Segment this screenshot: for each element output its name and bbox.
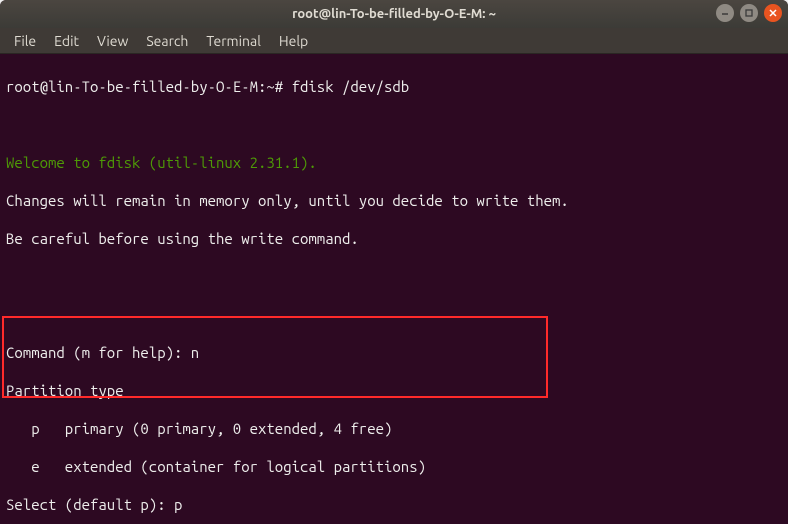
select-line: Select (default p): p bbox=[6, 495, 782, 514]
menu-view[interactable]: View bbox=[89, 31, 136, 51]
extended-line: e extended (container for logical partit… bbox=[6, 457, 782, 476]
terminal-window: root@lin-To-be-filled-by-O-E-M: ~ File E… bbox=[0, 0, 788, 524]
welcome-line: Welcome to fdisk (util-linux 2.31.1). bbox=[6, 153, 782, 172]
minimize-button[interactable] bbox=[716, 4, 734, 22]
maximize-button[interactable] bbox=[740, 4, 758, 22]
titlebar: root@lin-To-be-filled-by-O-E-M: ~ bbox=[0, 0, 788, 28]
window-controls bbox=[716, 4, 782, 22]
primary-line: p primary (0 primary, 0 extended, 4 free… bbox=[6, 419, 782, 438]
menu-search[interactable]: Search bbox=[138, 31, 196, 51]
minimize-icon bbox=[721, 9, 729, 17]
partition-type-line: Partition type bbox=[6, 381, 782, 400]
menu-file[interactable]: File bbox=[6, 31, 44, 51]
menubar: File Edit View Search Terminal Help bbox=[0, 28, 788, 54]
menu-help[interactable]: Help bbox=[271, 31, 316, 51]
terminal-body[interactable]: root@lin-To-be-filled-by-O-E-M:~# fdisk … bbox=[0, 54, 788, 524]
blank-line bbox=[6, 115, 782, 134]
blank-line bbox=[6, 267, 782, 286]
changes-line: Changes will remain in memory only, unti… bbox=[6, 191, 782, 210]
menu-edit[interactable]: Edit bbox=[46, 31, 87, 51]
command-line: Command (m for help): n bbox=[6, 343, 782, 362]
close-icon bbox=[769, 9, 777, 17]
prompt-line: root@lin-To-be-filled-by-O-E-M:~# fdisk … bbox=[6, 77, 782, 96]
careful-line: Be careful before using the write comman… bbox=[6, 229, 782, 248]
menu-terminal[interactable]: Terminal bbox=[198, 31, 269, 51]
maximize-icon bbox=[745, 9, 753, 17]
close-button[interactable] bbox=[764, 4, 782, 22]
window-title: root@lin-To-be-filled-by-O-E-M: ~ bbox=[292, 7, 496, 21]
blank-line bbox=[6, 305, 782, 324]
